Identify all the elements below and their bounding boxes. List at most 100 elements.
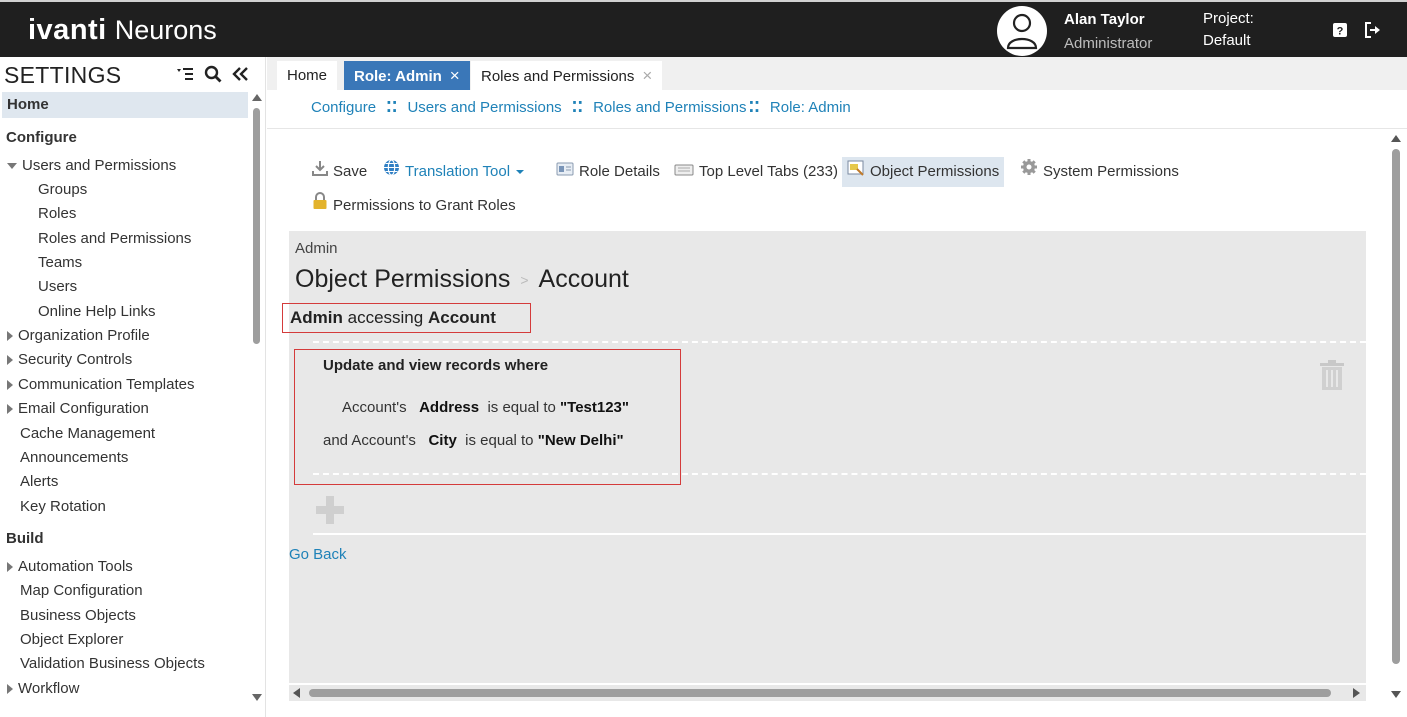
lock-icon	[312, 191, 328, 221]
condition-operator: is equal to	[487, 399, 556, 416]
rule-condition-2[interactable]: and Account's City is equal to "New Delh…	[323, 432, 624, 449]
collapsed-icon[interactable]	[7, 684, 13, 695]
sidebar-item-security-controls[interactable]: Security Controls	[7, 351, 132, 368]
condition-prefix: and Account's	[323, 432, 416, 449]
scroll-left-icon[interactable]	[293, 688, 300, 698]
globe-icon	[383, 157, 400, 187]
sidebar-scrollbar[interactable]	[251, 92, 262, 704]
vertical-scrollbar[interactable]	[1388, 129, 1404, 704]
sidebar-item-cache-management[interactable]: Cache Management	[20, 425, 155, 442]
logout-icon[interactable]	[1364, 21, 1382, 39]
sidebar-item-users[interactable]: Users	[38, 278, 77, 295]
breadcrumb-roles-and-permissions[interactable]: Roles and Permissions	[593, 99, 746, 116]
user-name[interactable]: Alan Taylor	[1064, 11, 1145, 28]
vertical-scroll-thumb[interactable]	[1392, 149, 1400, 664]
horizontal-scrollbar[interactable]	[289, 685, 1366, 701]
sidebar-item-teams[interactable]: Teams	[38, 254, 82, 271]
main-content: Save Translation Tool Role Details Top L…	[267, 128, 1407, 717]
object-permissions-icon	[847, 157, 865, 187]
id-card-icon	[556, 157, 574, 187]
object-permissions-button[interactable]: Object Permissions	[842, 157, 1005, 187]
sidebar-item-online-help-links[interactable]: Online Help Links	[38, 303, 156, 320]
project-value[interactable]: Default	[1203, 32, 1251, 49]
role-name: Admin	[295, 240, 338, 257]
sidebar-item-home[interactable]: Home	[2, 92, 248, 118]
tree-menu-icon[interactable]	[176, 66, 194, 87]
tab-roles-and-permissions[interactable]: Roles and Permissions ×	[471, 61, 663, 90]
ivanti-neurons-logo: ivanti Neurons	[28, 14, 217, 47]
role-details-button[interactable]: Role Details	[551, 157, 665, 187]
breadcrumb-separator: ⁚⁚	[386, 99, 398, 116]
close-icon[interactable]: ×	[642, 66, 652, 85]
sidebar-item-label: Users and Permissions	[22, 157, 177, 174]
sidebar-item-roles-and-permissions[interactable]: Roles and Permissions	[38, 230, 191, 247]
sidebar-item-business-objects[interactable]: Business Objects	[20, 607, 136, 624]
scroll-right-icon[interactable]	[1353, 688, 1360, 698]
access-object: Account	[427, 308, 496, 327]
sidebar-item-communication-templates[interactable]: Communication Templates	[7, 376, 194, 393]
trash-icon[interactable]	[1319, 359, 1345, 391]
sidebar-item-users-and-permissions[interactable]: Users and Permissions	[7, 157, 176, 174]
sidebar-item-validation-business-objects[interactable]: Validation Business Objects	[20, 655, 205, 672]
help-icon[interactable]: ?	[1331, 21, 1349, 39]
access-summary: Admin accessing Account	[282, 303, 531, 333]
sidebar-item-groups[interactable]: Groups	[38, 181, 87, 198]
horizontal-scroll-thumb[interactable]	[309, 689, 1331, 697]
permissions-to-grant-roles-button[interactable]: Permissions to Grant Roles	[307, 191, 521, 221]
top-level-tabs-label: Top Level Tabs (233)	[699, 163, 838, 180]
sidebar-item-organization-profile[interactable]: Organization Profile	[7, 327, 150, 344]
collapsed-icon[interactable]	[7, 562, 13, 573]
save-label: Save	[333, 163, 368, 180]
collapsed-icon[interactable]	[7, 331, 13, 342]
condition-value: "Test123"	[560, 399, 630, 416]
system-permissions-button[interactable]: System Permissions	[1015, 157, 1184, 187]
permission-rule[interactable]: Update and view records where Account's …	[294, 349, 681, 485]
top-level-tabs-button[interactable]: Top Level Tabs (233)	[669, 157, 843, 187]
breadcrumb-users-and-permissions[interactable]: Users and Permissions	[407, 99, 561, 116]
scroll-down-icon[interactable]	[1391, 691, 1401, 698]
expanded-icon[interactable]	[7, 163, 17, 170]
rule-heading: Update and view records where	[323, 357, 549, 374]
condition-prefix: Account's	[342, 399, 407, 416]
breadcrumb-role-admin[interactable]: Role: Admin	[770, 99, 851, 116]
sidebar-item-map-configuration[interactable]: Map Configuration	[20, 582, 143, 599]
divider	[313, 341, 1366, 343]
add-rule-icon[interactable]	[314, 494, 346, 526]
sidebar-item-email-configuration[interactable]: Email Configuration	[7, 400, 149, 417]
sidebar-scroll-thumb[interactable]	[253, 108, 260, 344]
user-avatar-icon[interactable]	[997, 6, 1047, 56]
translation-tool-button[interactable]: Translation Tool	[378, 157, 530, 187]
save-icon	[312, 157, 328, 187]
sidebar-item-key-rotation[interactable]: Key Rotation	[20, 498, 106, 515]
role-details-label: Role Details	[579, 163, 660, 180]
breadcrumb-configure[interactable]: Configure	[311, 99, 376, 116]
scroll-down-icon[interactable]	[252, 694, 262, 701]
collapsed-icon[interactable]	[7, 380, 13, 391]
gear-icon	[1020, 157, 1038, 187]
sidebar-section-build[interactable]: Build	[6, 530, 44, 547]
save-button[interactable]: Save	[307, 157, 372, 187]
scroll-up-icon[interactable]	[1391, 135, 1401, 142]
sidebar-section-configure[interactable]: Configure	[6, 129, 77, 146]
scroll-up-icon[interactable]	[252, 94, 262, 101]
sidebar-item-announcements[interactable]: Announcements	[20, 449, 128, 466]
collapse-sidebar-icon[interactable]	[232, 66, 250, 87]
object-permissions-label: Object Permissions	[870, 163, 1000, 180]
rule-condition-1[interactable]: Account's Address is equal to "Test123"	[342, 399, 629, 416]
sidebar-item-alerts[interactable]: Alerts	[20, 473, 58, 490]
tab-home[interactable]: Home	[277, 61, 338, 90]
access-role: Admin	[290, 308, 343, 327]
collapsed-icon[interactable]	[7, 404, 13, 415]
permissions-to-grant-roles-label: Permissions to Grant Roles	[333, 197, 516, 214]
tab-role-admin[interactable]: Role: Admin ×	[344, 61, 470, 90]
sidebar-item-automation-tools[interactable]: Automation Tools	[7, 558, 133, 575]
sidebar-item-workflow[interactable]: Workflow	[7, 680, 79, 697]
condition-field: Address	[419, 399, 480, 416]
search-icon[interactable]	[204, 65, 222, 88]
go-back-link[interactable]: Go Back	[289, 546, 347, 563]
collapsed-icon[interactable]	[7, 355, 13, 366]
close-icon[interactable]: ×	[450, 66, 460, 85]
sidebar-item-object-explorer[interactable]: Object Explorer	[20, 631, 123, 648]
page-title-object: Account	[538, 265, 629, 293]
sidebar-item-roles[interactable]: Roles	[38, 205, 76, 222]
